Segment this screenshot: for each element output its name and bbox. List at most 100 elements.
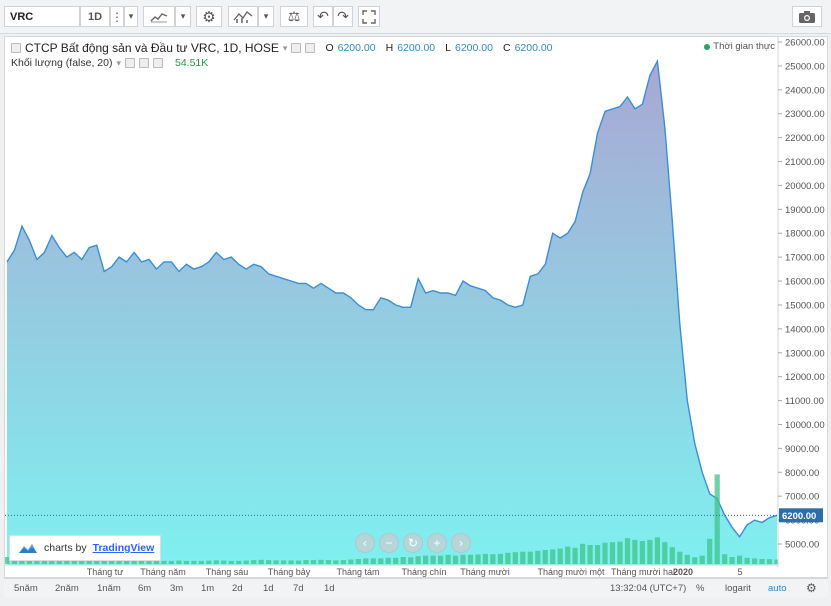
scroll-right-button[interactable]: › (451, 533, 471, 553)
gear-icon[interactable]: ⚙ (806, 581, 817, 595)
realtime-indicator: Thời gian thực (704, 41, 775, 52)
branding-prefix: charts by (44, 542, 87, 554)
time-tick-label: Tháng sáu (206, 567, 249, 577)
auto-scale-toggle[interactable]: auto (768, 583, 787, 594)
series-title-caret[interactable]: ▾ (283, 43, 288, 54)
volume-bar (393, 557, 399, 564)
volume-bar (153, 560, 160, 564)
volume-legend: Khối lượng (false, 20) ▾ 54.51K (11, 57, 208, 69)
volume-bar (355, 559, 361, 564)
price-tick-label: 5000.00 (785, 540, 819, 551)
volume-bar (527, 551, 533, 564)
log-scale-toggle[interactable]: logarit (725, 583, 751, 594)
indicators-dropdown-icon[interactable]: ▾ (258, 6, 274, 27)
snapshot-button[interactable] (792, 6, 822, 27)
time-tick-label: Tháng mười hai (611, 567, 675, 577)
settings-button[interactable]: ⚙ (196, 6, 222, 27)
time-tick-label: Tháng tư (87, 567, 124, 577)
open-label: O (325, 42, 334, 54)
collapse-legend-icon[interactable] (11, 43, 21, 53)
reset-chart-button[interactable]: ↻ (403, 533, 423, 553)
clock-time: 13:32:04 (UTC+7) (610, 583, 687, 594)
volume-bar (161, 560, 167, 564)
compare-button[interactable]: ⚖ (280, 6, 308, 27)
volume-bar (707, 538, 713, 564)
fullscreen-button[interactable] (358, 6, 380, 27)
price-tick-label: 24000.00 (785, 85, 825, 96)
tradingview-branding[interactable]: charts by TradingView (9, 535, 161, 561)
range-7d[interactable]: 7d (293, 583, 304, 594)
volume-title[interactable]: Khối lượng (false, 20) (11, 57, 112, 69)
volume-bar (221, 560, 227, 564)
volume-bar (378, 558, 384, 564)
tradingview-link[interactable]: TradingView (93, 542, 155, 554)
volume-bar (445, 554, 451, 564)
price-tick-label: 20000.00 (785, 181, 825, 192)
volume-bar (565, 546, 571, 564)
volume-bar (595, 545, 601, 564)
price-tick-label: 17000.00 (785, 253, 825, 264)
hide-volume-icon[interactable] (125, 58, 135, 68)
volume-settings-icon[interactable] (139, 58, 149, 68)
volume-bar (191, 560, 197, 564)
range-5y[interactable]: 5năm (14, 583, 38, 594)
undo-button[interactable]: ↶ (313, 6, 333, 27)
time-tick-label: Tháng mười một (538, 567, 605, 577)
range-3m[interactable]: 3m (170, 583, 183, 594)
volume-bar (415, 556, 421, 564)
volume-bar (677, 551, 683, 564)
zoom-out-button[interactable]: − (379, 533, 399, 553)
remove-volume-icon[interactable] (153, 58, 163, 68)
volume-bar (318, 559, 324, 564)
chart-pane[interactable]: 26000.00 25000.00 24000.00 23000.00 22000.00… (4, 36, 828, 578)
percent-scale-toggle[interactable]: % (696, 583, 704, 594)
series-settings-icon[interactable] (305, 43, 316, 53)
range-1m[interactable]: 1m (201, 583, 214, 594)
range-2d[interactable]: 2d (232, 583, 243, 594)
indicators-button[interactable] (228, 6, 258, 27)
volume-title-caret[interactable]: ▾ (116, 58, 121, 69)
volume-bar (213, 560, 219, 564)
volume-bar (497, 553, 503, 564)
zoom-in-button[interactable]: + (427, 533, 447, 553)
volume-value: 54.51K (175, 57, 209, 69)
open-value: 6200.00 (337, 42, 376, 54)
volume-bar (766, 559, 773, 564)
volume-bar (617, 541, 623, 564)
chart-style-dropdown-icon[interactable]: ▾ (175, 6, 191, 27)
scroll-left-button[interactable]: ‹ (355, 533, 375, 553)
range-1y[interactable]: 1năm (97, 583, 121, 594)
symbol-search-input[interactable] (4, 6, 80, 27)
interval-button[interactable]: 1D (80, 6, 110, 27)
scale-icon: ⚖ (287, 8, 301, 24)
range-1d-alt[interactable]: 1d (324, 583, 335, 594)
range-6m[interactable]: 6m (138, 583, 151, 594)
series-title[interactable]: CTCP Bất động sản và Đầu tư VRC, 1D, HOS… (25, 41, 279, 55)
redo-button[interactable]: ↷ (333, 6, 353, 27)
realtime-label: Thời gian thực (713, 41, 775, 52)
volume-bar (333, 560, 339, 564)
price-tick-label: 19000.00 (785, 205, 825, 216)
volume-bar (587, 545, 593, 564)
volume-bar (639, 541, 645, 564)
price-tick-label: 26000.00 (785, 38, 825, 49)
volume-bar (168, 560, 174, 564)
redo-icon: ↷ (337, 8, 349, 24)
interval-dropdown-icon[interactable]: ▾ (124, 6, 138, 27)
interval-more-icon[interactable]: ⋮ (110, 6, 124, 27)
volume-bar (243, 560, 249, 564)
price-tick-label: 15000.00 (785, 300, 825, 311)
price-tick-label: 8000.00 (785, 468, 819, 479)
volume-bar (228, 560, 234, 564)
hide-series-icon[interactable] (291, 43, 302, 53)
range-1d[interactable]: 1d (263, 583, 274, 594)
volume-bar (684, 554, 690, 564)
price-tick-label: 12000.00 (785, 372, 825, 383)
volume-bar (325, 560, 331, 564)
range-2y[interactable]: 2năm (55, 583, 79, 594)
undo-icon: ↶ (317, 8, 329, 24)
area-chart-icon (150, 12, 168, 22)
more-glyph: ⋮ (111, 9, 123, 24)
chart-style-button[interactable] (143, 6, 175, 27)
price-chart[interactable]: 26000.00 25000.00 24000.00 23000.00 22000.00… (5, 37, 828, 578)
